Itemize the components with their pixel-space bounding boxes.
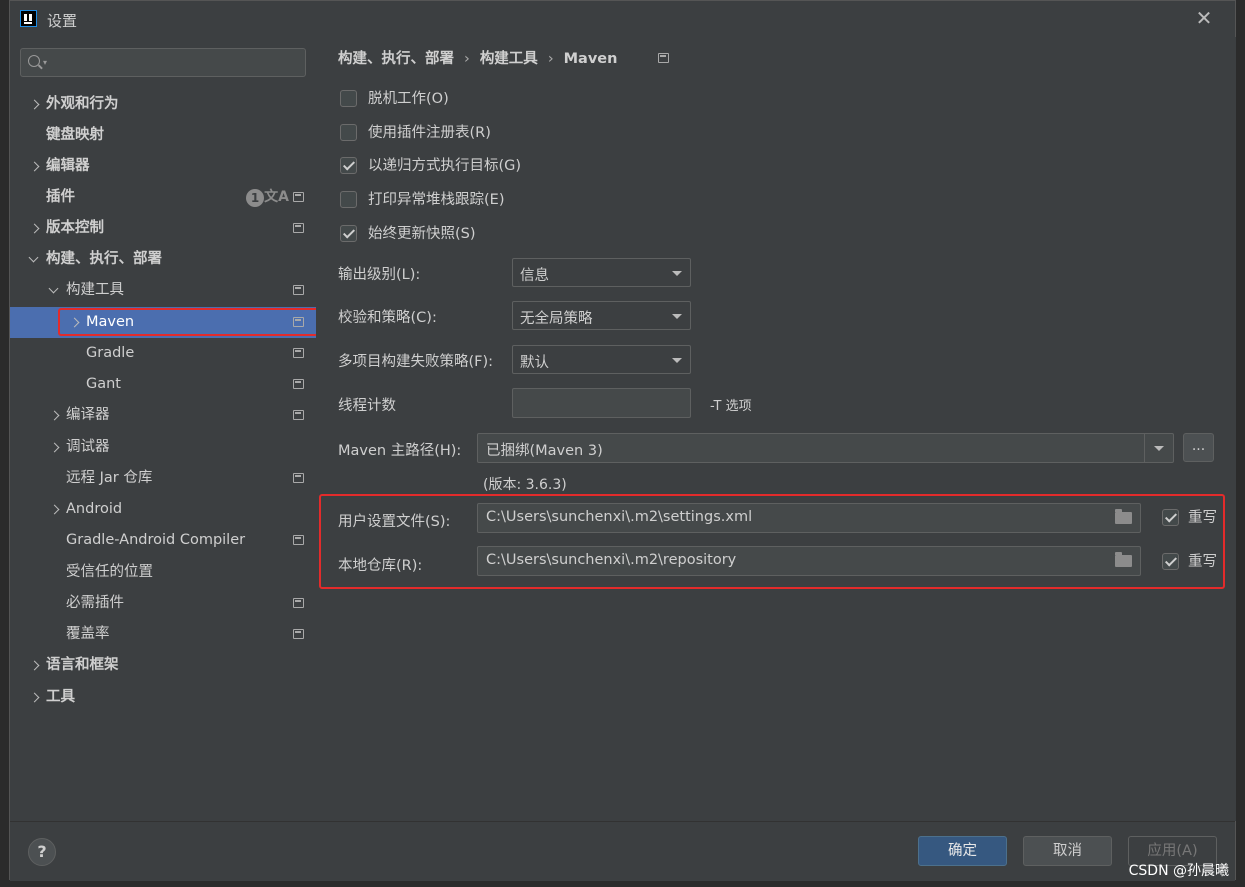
project-level-icon bbox=[293, 379, 304, 389]
ok-button[interactable]: 确定 bbox=[918, 836, 1007, 866]
sidebar-item-appearance[interactable]: 外观和行为 bbox=[10, 89, 316, 120]
sidebar-item-maven[interactable]: Maven bbox=[10, 307, 316, 338]
search-icon bbox=[28, 55, 40, 67]
checksum-policy-select[interactable]: 无全局策略 bbox=[512, 301, 691, 330]
project-level-icon bbox=[293, 192, 304, 202]
thread-count-label: 线程计数 bbox=[338, 398, 396, 414]
folder-icon[interactable] bbox=[1115, 552, 1132, 567]
maven-home-label: Maven 主路径(H): bbox=[338, 443, 462, 459]
dropdown-arrow-icon bbox=[672, 358, 682, 363]
sidebar-item-gant[interactable]: Gant bbox=[10, 369, 316, 400]
user-settings-file-input[interactable]: C:\Users\sunchenxi\.m2\settings.xml bbox=[477, 503, 1141, 533]
checkbox-box[interactable] bbox=[340, 90, 357, 107]
project-level-icon bbox=[293, 473, 304, 483]
checksum-policy-label: 校验和策略(C): bbox=[338, 310, 437, 326]
project-level-icon bbox=[293, 348, 304, 358]
chevron-right-icon[interactable] bbox=[51, 432, 61, 463]
checkbox-box[interactable] bbox=[340, 157, 357, 174]
breadcrumb-item: Maven bbox=[563, 51, 618, 67]
breadcrumb-item[interactable]: 构建、执行、部署 bbox=[338, 47, 454, 68]
sidebar-item-debugger[interactable]: 调试器 bbox=[10, 432, 316, 463]
sidebar-item-tools[interactable]: 工具 bbox=[10, 682, 316, 713]
chevron-right-icon[interactable] bbox=[31, 213, 41, 244]
breadcrumb-item[interactable]: 构建工具 bbox=[480, 47, 538, 68]
multiproject-fail-policy-select[interactable]: 默认 bbox=[512, 345, 691, 374]
multiproject-fail-policy-label: 多项目构建失败策略(F): bbox=[338, 354, 494, 370]
project-level-icon bbox=[293, 223, 304, 233]
thread-count-hint: -T 选项 bbox=[710, 399, 752, 414]
search-dropdown-icon[interactable]: ▾ bbox=[43, 58, 47, 67]
maven-settings-panel: 构建、执行、部署 › 构建工具 › Maven 脱机工作(O) 使用插件注册表(R) 以… bbox=[316, 37, 1236, 821]
chevron-right-icon[interactable] bbox=[31, 682, 41, 713]
sidebar-item-coverage[interactable]: 覆盖率 bbox=[10, 619, 316, 650]
output-level-label: 输出级别(L): bbox=[338, 267, 421, 283]
chevron-right-icon[interactable] bbox=[71, 307, 81, 338]
chevron-right-icon[interactable] bbox=[31, 89, 41, 120]
local-repository-input[interactable]: C:\Users\sunchenxi\.m2\repository bbox=[477, 546, 1141, 576]
checkbox-box[interactable] bbox=[340, 191, 357, 208]
maven-home-combo[interactable]: 已捆绑(Maven 3) bbox=[477, 433, 1174, 463]
sidebar-item-remote-jar-repos[interactable]: 远程 Jar 仓库 bbox=[10, 463, 316, 494]
checkbox-box[interactable] bbox=[340, 225, 357, 242]
checkbox-box[interactable] bbox=[1162, 553, 1179, 570]
folder-icon[interactable] bbox=[1115, 509, 1132, 524]
thread-count-input[interactable] bbox=[512, 388, 691, 418]
chevron-right-icon[interactable] bbox=[51, 494, 61, 525]
user-settings-file-label: 用户设置文件(S): bbox=[338, 514, 451, 530]
dialog-footer: 确定 取消 应用(A) bbox=[10, 821, 1235, 881]
cancel-button[interactable]: 取消 bbox=[1023, 836, 1112, 866]
search-input[interactable]: ▾ bbox=[20, 48, 306, 77]
project-level-icon bbox=[293, 285, 304, 295]
chevron-right-icon[interactable] bbox=[31, 151, 41, 182]
dropdown-arrow-icon[interactable] bbox=[1154, 446, 1164, 451]
sidebar-item-android[interactable]: Android bbox=[10, 494, 316, 525]
title-bar: 设置 ✕ bbox=[10, 1, 1235, 37]
csdn-watermark: CSDN @孙晨曦 bbox=[1128, 863, 1229, 879]
sidebar-item-gradle-android-compiler[interactable]: Gradle-Android Compiler bbox=[10, 525, 316, 556]
settings-sidebar: ▾ 外观和行为 键盘映射 编辑器 插件 1 文A 版本控制 构建、执行、部署 构… bbox=[10, 37, 320, 821]
dialog-title: 设置 bbox=[47, 12, 78, 30]
sidebar-item-gradle[interactable]: Gradle bbox=[10, 338, 316, 369]
chevron-down-icon[interactable] bbox=[49, 275, 59, 306]
sidebar-item-build-execution-deployment[interactable]: 构建、执行、部署 bbox=[10, 244, 316, 275]
project-level-icon bbox=[293, 535, 304, 545]
translate-icon: 文A bbox=[264, 189, 289, 205]
project-level-icon bbox=[293, 317, 304, 327]
local-repository-label: 本地仓库(R): bbox=[338, 558, 423, 574]
breadcrumb: 构建、执行、部署 › 构建工具 › Maven bbox=[338, 47, 617, 67]
help-button[interactable]: ? bbox=[28, 838, 56, 866]
sidebar-item-editor[interactable]: 编辑器 bbox=[10, 151, 316, 182]
chevron-down-icon[interactable] bbox=[29, 244, 39, 275]
sidebar-item-vcs[interactable]: 版本控制 bbox=[10, 213, 316, 244]
project-level-icon bbox=[658, 53, 669, 63]
sidebar-item-keymap[interactable]: 键盘映射 bbox=[10, 120, 316, 151]
sidebar-item-required-plugins[interactable]: 必需插件 bbox=[10, 588, 316, 619]
breadcrumb-separator: › bbox=[547, 51, 554, 67]
checkbox-box[interactable] bbox=[340, 124, 357, 141]
dropdown-arrow-icon bbox=[672, 314, 682, 319]
plugin-update-badge: 1 bbox=[246, 189, 264, 207]
chevron-right-icon[interactable] bbox=[31, 650, 41, 681]
editor-gutter-left bbox=[0, 0, 9, 887]
sidebar-item-plugins[interactable]: 插件 1 文A bbox=[10, 182, 316, 213]
output-level-select[interactable]: 信息 bbox=[512, 258, 691, 287]
project-level-icon bbox=[293, 598, 304, 608]
project-level-icon bbox=[293, 629, 304, 639]
project-level-icon bbox=[293, 410, 304, 420]
chevron-right-icon[interactable] bbox=[51, 400, 61, 431]
maven-home-browse-button[interactable]: ... bbox=[1183, 433, 1214, 462]
editor-gutter-right bbox=[1235, 0, 1245, 887]
sidebar-item-trusted-locations[interactable]: 受信任的位置 bbox=[10, 557, 316, 588]
maven-version-text: (版本: 3.6.3) bbox=[483, 477, 567, 493]
sidebar-item-build-tools[interactable]: 构建工具 bbox=[10, 275, 316, 306]
breadcrumb-separator: › bbox=[464, 51, 470, 67]
sidebar-item-compiler[interactable]: 编译器 bbox=[10, 400, 316, 431]
sidebar-item-languages-frameworks[interactable]: 语言和框架 bbox=[10, 650, 316, 681]
intellij-app-icon bbox=[20, 10, 37, 27]
checkbox-box[interactable] bbox=[1162, 509, 1179, 526]
settings-dialog: 设置 ✕ ▾ 外观和行为 键盘映射 编辑器 插件 1 文A 版本控制 构建、执行… bbox=[9, 0, 1236, 881]
dropdown-arrow-icon bbox=[672, 271, 682, 276]
close-icon[interactable]: ✕ bbox=[1193, 7, 1215, 29]
